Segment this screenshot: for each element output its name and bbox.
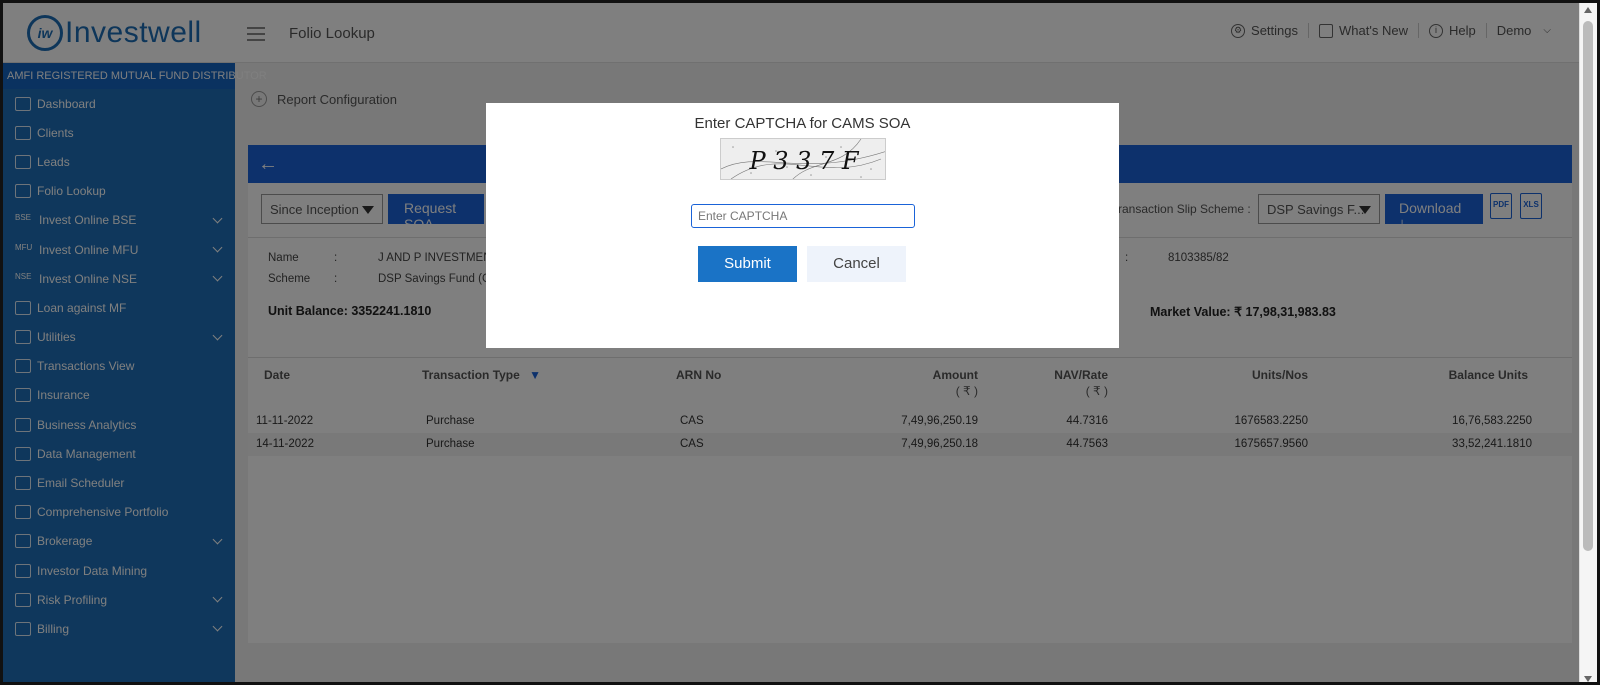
captcha-input[interactable] [691,204,915,228]
captcha-text: P 3 3 7 F [748,147,859,175]
captcha-modal: Enter CAPTCHA for CAMS SOA P 3 3 7 F Ent… [486,103,1119,348]
submit-button[interactable]: Submit [698,246,797,282]
modal-title: Enter CAPTCHA for CAMS SOA [694,115,911,132]
scroll-up-icon[interactable] [1584,7,1592,13]
modal-backdrop: Enter CAPTCHA for CAMS SOA P 3 3 7 F Ent… [3,3,1583,682]
page-scrollbar[interactable] [1579,3,1597,682]
captcha-image: P 3 3 7 F [720,138,886,180]
scroll-down-icon[interactable] [1584,676,1592,682]
app-window: iw Investwell Folio Lookup ⚙ Settings Wh… [0,0,1600,685]
scroll-thumb[interactable] [1583,21,1593,551]
cancel-button[interactable]: Cancel [807,246,906,282]
